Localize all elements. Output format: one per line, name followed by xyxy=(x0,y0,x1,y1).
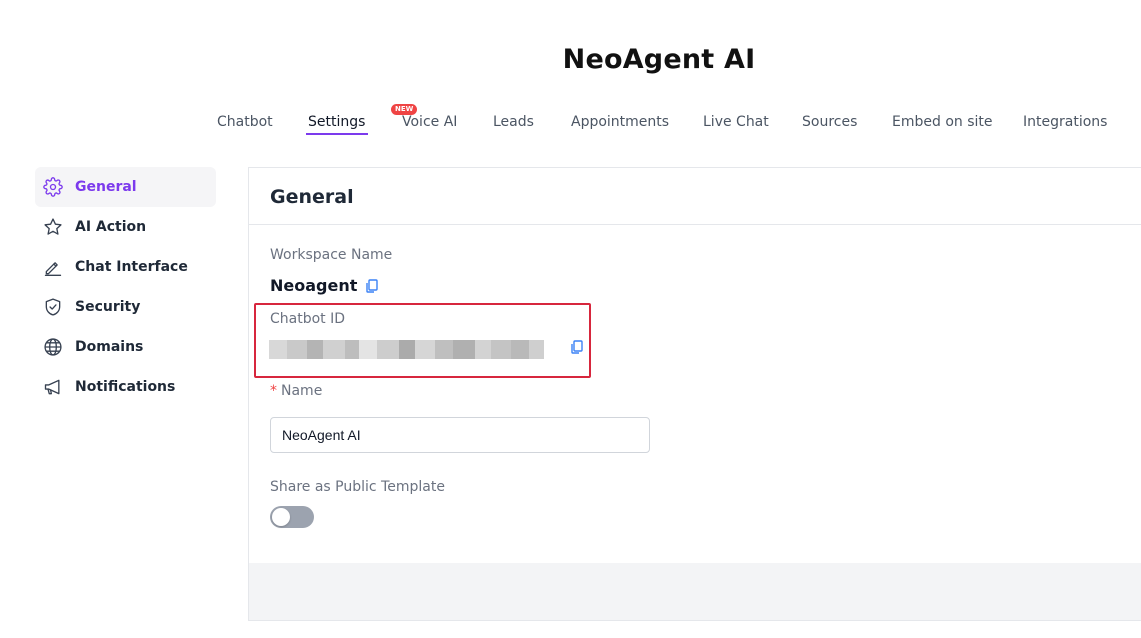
sidebar-item-chat-interface[interactable]: Chat Interface xyxy=(35,247,216,287)
general-settings-panel: General Workspace Name Neoagent Chatbot … xyxy=(248,167,1141,621)
sidebar-item-notifications[interactable]: Notifications xyxy=(35,367,216,407)
copy-icon[interactable] xyxy=(365,278,379,293)
sidebar-item-label: Notifications xyxy=(75,379,176,395)
tab-settings[interactable]: Settings xyxy=(306,114,369,135)
sidebar-item-general[interactable]: General xyxy=(35,167,216,207)
pencil-icon xyxy=(42,256,64,278)
sidebar-item-label: Domains xyxy=(75,339,144,355)
chatbot-id-redacted-value xyxy=(269,340,554,359)
public-template-label: Share as Public Template xyxy=(270,479,445,495)
app-title: NeoAgent AI xyxy=(562,44,756,75)
sidebar-item-label: AI Action xyxy=(75,219,147,235)
sidebar-item-label: Chat Interface xyxy=(75,259,188,275)
active-tab-indicator xyxy=(306,133,369,135)
tab-appointments[interactable]: Appointments xyxy=(571,114,669,130)
star-icon xyxy=(42,216,64,238)
tab-integrations[interactable]: Integrations xyxy=(1023,114,1107,130)
workspace-name-value: Neoagent xyxy=(270,276,358,295)
public-template-toggle[interactable] xyxy=(270,506,314,528)
tab-chatbot[interactable]: Chatbot xyxy=(217,114,273,130)
globe-icon xyxy=(42,336,64,358)
settings-sidebar: General AI Action Chat Interface Securit… xyxy=(35,167,216,407)
tab-leads[interactable]: Leads xyxy=(493,114,534,130)
panel-footer xyxy=(249,563,1141,620)
name-label: Name xyxy=(281,383,323,399)
sidebar-item-ai-action[interactable]: AI Action xyxy=(35,207,216,247)
sidebar-item-domains[interactable]: Domains xyxy=(35,327,216,367)
megaphone-icon xyxy=(42,376,64,398)
gear-icon xyxy=(42,176,64,198)
chatbot-id-label: Chatbot ID xyxy=(270,311,346,327)
sidebar-item-label: Security xyxy=(75,299,141,315)
copy-chatbot-id-icon[interactable] xyxy=(570,340,583,354)
toggle-knob xyxy=(272,508,290,526)
new-badge: NEW xyxy=(391,104,418,115)
settings-page: NeoAgent AI Chatbot Settings NEW Voice A… xyxy=(0,0,1141,638)
tab-sources[interactable]: Sources xyxy=(802,114,857,130)
sidebar-item-security[interactable]: Security xyxy=(35,287,216,327)
name-input[interactable] xyxy=(270,417,650,453)
top-tabs: Chatbot Settings NEW Voice AI Leads Appo… xyxy=(0,104,1141,142)
tab-embed-on-site[interactable]: Embed on site xyxy=(892,114,993,130)
name-label-row: * Name xyxy=(270,383,322,399)
sidebar-item-label: General xyxy=(75,179,137,195)
panel-title: General xyxy=(249,168,1141,225)
required-marker: * xyxy=(270,383,277,399)
tab-live-chat[interactable]: Live Chat xyxy=(703,114,769,130)
shield-check-icon xyxy=(42,296,64,318)
workspace-name-label: Workspace Name xyxy=(270,247,393,263)
workspace-name-row: Neoagent xyxy=(270,276,379,295)
tab-voice-ai[interactable]: NEW Voice AI xyxy=(391,104,457,130)
